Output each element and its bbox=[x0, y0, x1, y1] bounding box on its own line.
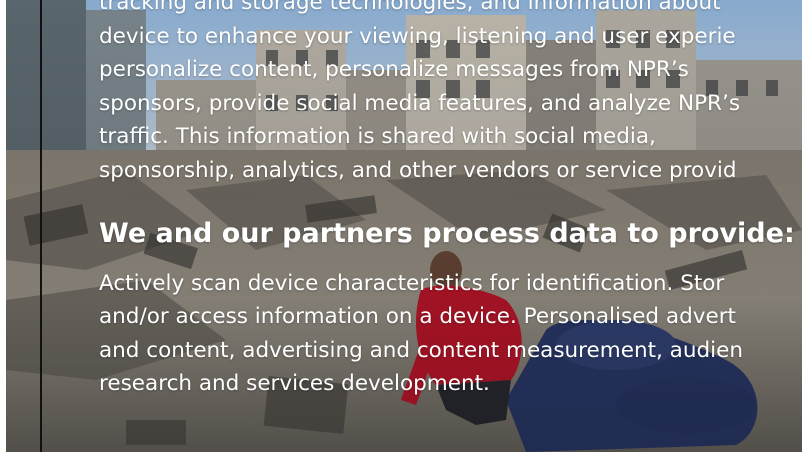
purposes-line: research and services development. bbox=[99, 371, 490, 397]
purposes-line: Actively scan device characteristics for… bbox=[99, 270, 725, 296]
intro-line: personalize content, personalize message… bbox=[99, 57, 689, 83]
intro-line: traffic. This information is shared with… bbox=[99, 124, 656, 150]
consent-page: tracking and storage technologies, and i… bbox=[0, 0, 802, 452]
left-divider-line bbox=[40, 0, 42, 452]
purposes-paragraph: Actively scan device characteristics for… bbox=[99, 267, 802, 401]
intro-line: tracking and storage technologies, and i… bbox=[99, 0, 721, 15]
consent-content: tracking and storage technologies, and i… bbox=[99, 0, 802, 401]
intro-line: sponsorship, analytics, and other vendor… bbox=[99, 157, 737, 183]
consent-intro-paragraph: tracking and storage technologies, and i… bbox=[99, 0, 802, 188]
purposes-line: and content, advertising and content mea… bbox=[99, 337, 743, 363]
intro-line: sponsors, provide social media features,… bbox=[99, 90, 741, 116]
purposes-line: and/or access information on a device. P… bbox=[99, 304, 736, 330]
data-processing-heading: We and our partners process data to prov… bbox=[99, 217, 795, 249]
intro-line: device to enhance your viewing, listenin… bbox=[99, 23, 736, 49]
